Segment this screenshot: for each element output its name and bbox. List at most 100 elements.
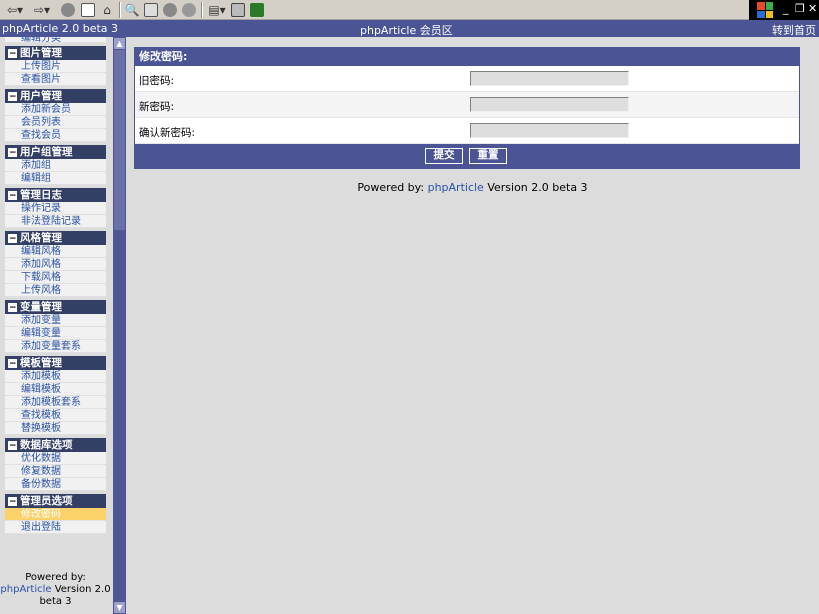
sidebar-item[interactable]: 编辑模板 (5, 383, 106, 396)
sidebar-item[interactable]: 添加变量 (5, 314, 106, 327)
search-icon[interactable]: 🔍 (124, 2, 140, 18)
sidebar-item[interactable]: 下载风格 (5, 271, 106, 284)
sidebar-category[interactable]: − 数据库选项 (5, 438, 106, 452)
version-text: Version 2.0 beta 3 (483, 181, 588, 194)
sidebar-item[interactable]: 编辑风格 (5, 245, 106, 258)
sidebar-category[interactable]: − 管理员选项 (5, 494, 106, 508)
sidebar-category-title: 图片管理 (20, 47, 62, 59)
sidebar-item[interactable]: 添加组 (5, 159, 106, 172)
sidebar-item[interactable]: 查看图片 (5, 73, 106, 86)
sidebar-powered-label: Powered by: (25, 572, 86, 583)
sidebar-version-text: Version 2.0 (51, 584, 111, 595)
refresh-icon[interactable] (80, 2, 96, 18)
history-icon[interactable] (162, 2, 178, 18)
form-actions: 提交 重置 (135, 144, 799, 168)
collapse-icon[interactable]: − (8, 496, 17, 506)
reset-button[interactable]: 重置 (469, 148, 507, 164)
sidebar-item[interactable]: 添加风格 (5, 258, 106, 271)
sidebar-category-title: 变量管理 (20, 301, 62, 313)
sidebar-item[interactable]: 上传风格 (5, 284, 106, 297)
scroll-down-icon[interactable]: ▼ (114, 602, 125, 613)
windows-logo-area: _ ❐ ✕ (749, 0, 819, 20)
sidebar-item[interactable]: 替换模板 (5, 422, 106, 435)
sidebar-category[interactable]: − 模板管理 (5, 356, 106, 370)
sidebar-item[interactable]: 非法登陆记录 (5, 215, 106, 228)
sidebar-category[interactable]: − 管理日志 (5, 188, 106, 202)
form-title: 修改密码: (135, 48, 799, 66)
close-icon[interactable]: ✕ (808, 2, 817, 15)
phparticle-link[interactable]: phpArticle (428, 181, 484, 194)
mail-icon[interactable] (181, 2, 197, 18)
old-password-input[interactable] (470, 71, 629, 86)
windows-logo-icon (757, 2, 773, 18)
sidebar-item[interactable]: 编辑分类 (5, 37, 106, 43)
sidebar-item[interactable]: 编辑组 (5, 172, 106, 185)
home-icon[interactable]: ⌂ (99, 2, 115, 18)
collapse-icon[interactable]: − (8, 233, 17, 243)
old-password-label: 旧密码: (139, 75, 175, 87)
sidebar-category[interactable]: − 风格管理 (5, 231, 106, 245)
sidebar-item[interactable]: 查找模板 (5, 409, 106, 422)
main-content: 修改密码: 旧密码: 新密码: 确认新密码: 提交 重置 Powered by:… (126, 37, 819, 614)
sidebar-phparticle-link[interactable]: phpArticle (0, 584, 51, 595)
sidebar-item[interactable]: 上传图片 (5, 60, 106, 73)
sidebar-item[interactable]: 查找会员 (5, 129, 106, 142)
sidebar-category-title: 风格管理 (20, 232, 62, 244)
home-link[interactable]: 转到首页 (772, 22, 816, 38)
sidebar-item[interactable]: 编辑变量 (5, 327, 106, 340)
sidebar-category-title: 模板管理 (20, 357, 62, 369)
sidebar-footer: Powered by: phpArticle Version 2.0 beta … (0, 572, 111, 608)
stop-icon[interactable] (60, 2, 76, 18)
title-bar: phpArticle 2.0 beta 3 phpArticle 会员区 转到首… (0, 20, 819, 37)
sidebar-item[interactable]: 修改密码 (5, 508, 106, 521)
sidebar-category-title: 用户管理 (20, 90, 62, 102)
collapse-icon[interactable]: − (8, 91, 17, 101)
sidebar-item[interactable]: 会员列表 (5, 116, 106, 129)
sidebar-item[interactable]: 添加模板套系 (5, 396, 106, 409)
sidebar-category-title: 管理日志 (20, 189, 62, 201)
confirm-password-row: 确认新密码: (135, 118, 799, 144)
sidebar-category-title: 数据库选项 (20, 439, 73, 451)
minimize-icon[interactable]: _ (783, 2, 789, 15)
new-password-label: 新密码: (139, 101, 175, 113)
sidebar-version-beta: beta 3 (39, 596, 72, 607)
edit-icon[interactable]: ▤▾ (206, 2, 228, 18)
powered-by-label: Powered by: (357, 181, 428, 194)
sidebar-item[interactable]: 添加模板 (5, 370, 106, 383)
print-icon[interactable] (230, 2, 246, 18)
sidebar-category[interactable]: − 用户组管理 (5, 145, 106, 159)
collapse-icon[interactable]: − (8, 48, 17, 58)
sidebar-item[interactable]: 操作记录 (5, 202, 106, 215)
sidebar-item[interactable]: 备份数据 (5, 478, 106, 491)
sidebar-item[interactable]: 退出登陆 (5, 521, 106, 534)
sidebar-item[interactable]: 添加变量套系 (5, 340, 106, 353)
scroll-thumb[interactable] (114, 50, 125, 230)
sidebar-category[interactable]: − 变量管理 (5, 300, 106, 314)
collapse-icon[interactable]: − (8, 440, 17, 450)
collapse-icon[interactable]: − (8, 302, 17, 312)
sidebar-category[interactable]: − 图片管理 (5, 46, 106, 60)
collapse-icon[interactable]: − (8, 147, 17, 157)
sidebar-item[interactable]: 添加新会员 (5, 103, 106, 116)
sidebar-category-title: 管理员选项 (20, 495, 73, 507)
sidebar-menu: 编辑分类 − 图片管理 上传图片 查看图片 − 用户管理 添加新会员 会员列表 查找会员 − 用户组… (5, 37, 106, 534)
change-password-form: 修改密码: 旧密码: 新密码: 确认新密码: 提交 重置 (134, 47, 800, 169)
confirm-password-input[interactable] (470, 123, 629, 138)
sidebar-item[interactable]: 修复数据 (5, 465, 106, 478)
new-password-input[interactable] (470, 97, 629, 112)
sidebar: 编辑分类 − 图片管理 上传图片 查看图片 − 用户管理 添加新会员 会员列表 查找会员 − 用户组… (0, 37, 113, 614)
confirm-password-label: 确认新密码: (139, 127, 196, 139)
new-password-row: 新密码: (135, 92, 799, 118)
scroll-up-icon[interactable]: ▲ (114, 38, 125, 49)
sidebar-category[interactable]: − 用户管理 (5, 89, 106, 103)
restore-icon[interactable]: ❐ (795, 2, 805, 15)
messenger-icon[interactable] (249, 2, 265, 18)
submit-button[interactable]: 提交 (425, 148, 463, 164)
collapse-icon[interactable]: − (8, 358, 17, 368)
forward-icon[interactable]: ⇨▾ (30, 2, 54, 18)
favorites-icon[interactable] (143, 2, 159, 18)
back-icon[interactable]: ⇦▾ (3, 2, 27, 18)
collapse-icon[interactable]: − (8, 190, 17, 200)
sidebar-item[interactable]: 优化数据 (5, 452, 106, 465)
sidebar-scrollbar[interactable]: ▲ ▼ (113, 37, 126, 614)
